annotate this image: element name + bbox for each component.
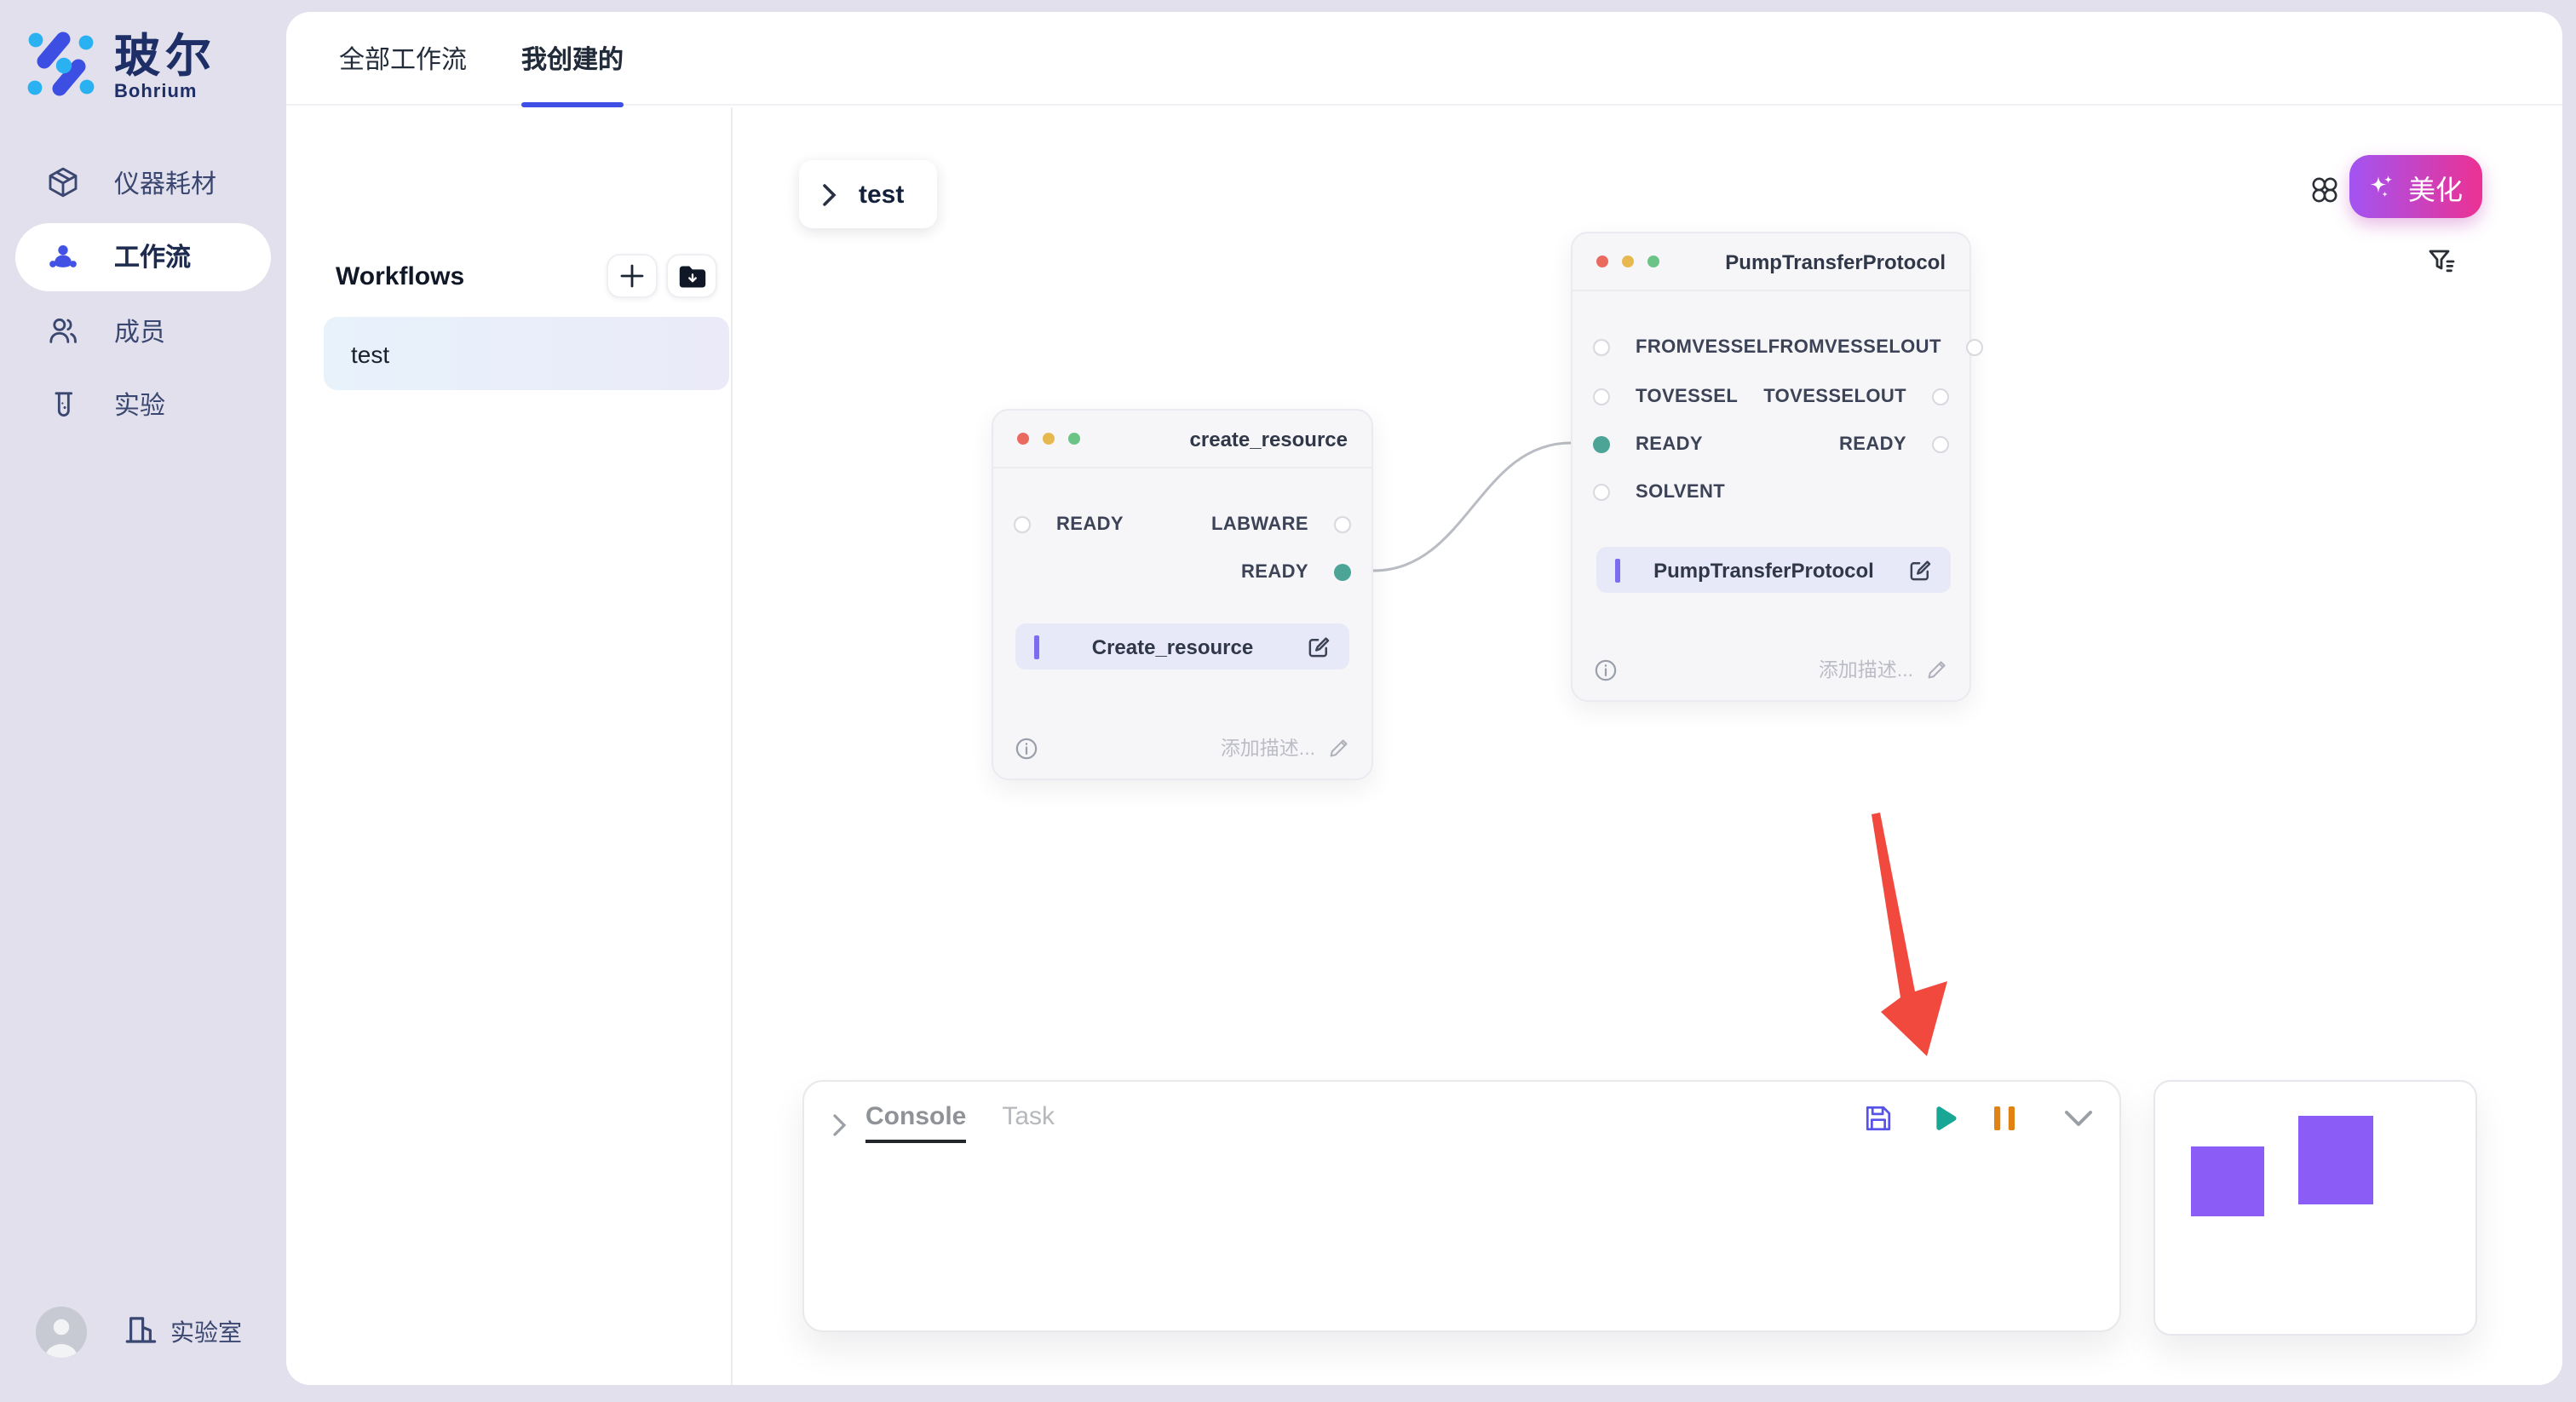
node-title: create_resource <box>1190 427 1348 451</box>
minimap-node-create-resource <box>2191 1146 2264 1216</box>
node-footer: 添加描述... <box>1015 734 1349 761</box>
info-icon[interactable] <box>1015 737 1038 759</box>
node-title: PumpTransferProtocol <box>1725 250 1946 273</box>
description-placeholder[interactable]: 添加描述... <box>1221 734 1315 761</box>
test-tube-icon <box>46 388 80 422</box>
workflow-tabs: 全部工作流 我创建的 <box>286 12 2562 106</box>
members-icon <box>46 313 80 348</box>
port-circle[interactable] <box>1593 484 1610 501</box>
node-create-resource[interactable]: create_resource READY LABWARE READY <box>992 409 1373 780</box>
console-tab[interactable]: Console <box>865 1102 966 1143</box>
output-port-ready[interactable]: READY <box>1241 562 1351 583</box>
input-port-tovessel[interactable]: TOVESSEL <box>1593 387 1738 407</box>
bohrium-workflow-app: 玻尔 Bohrium 仪器耗材 <box>0 0 2576 1402</box>
pause-icon[interactable] <box>1993 1106 2015 1131</box>
port-circle[interactable] <box>1593 388 1610 405</box>
description-placeholder[interactable]: 添加描述... <box>1819 656 1913 683</box>
port-circle[interactable] <box>1334 516 1351 533</box>
sidebar-item-label: 工作流 <box>114 238 191 274</box>
node-pump-transfer-protocol[interactable]: PumpTransferProtocol FROMVESSEL FROMVESS… <box>1571 232 1971 702</box>
beautify-button[interactable]: 美化 <box>2349 155 2482 218</box>
task-tab[interactable]: Task <box>1002 1102 1055 1143</box>
port-circle-connected[interactable] <box>1334 564 1351 581</box>
building-icon <box>123 1312 158 1353</box>
folder-download-icon <box>677 263 706 289</box>
lab-switcher[interactable]: 实验室 <box>123 1312 242 1353</box>
output-port-fromvesselout[interactable]: FROMVESSELOUT <box>1768 337 1984 358</box>
edit-icon[interactable] <box>1307 635 1331 658</box>
bohrium-logo: 玻尔 Bohrium <box>27 29 216 106</box>
main-panel: 全部工作流 我创建的 Workflows <box>286 12 2562 1385</box>
output-port-labware[interactable]: LABWARE <box>1211 514 1351 535</box>
traffic-dots-icon <box>1017 433 1080 445</box>
tab-my-created[interactable]: 我创建的 <box>521 12 624 105</box>
workflow-item-name: test <box>351 340 389 367</box>
input-port-ready[interactable]: READY <box>1593 434 1703 455</box>
port-circle-connected[interactable] <box>1593 436 1610 453</box>
plus-icon <box>620 264 644 288</box>
node-header: create_resource <box>993 411 1371 468</box>
beautify-label: 美化 <box>2408 166 2463 207</box>
canvas-breadcrumb[interactable]: test <box>799 160 937 228</box>
port-circle[interactable] <box>1967 339 1984 356</box>
logo-subtitle: Bohrium <box>114 82 216 102</box>
console-collapse-chevron-icon[interactable] <box>833 1114 847 1145</box>
box-icon <box>46 165 80 199</box>
edit-icon[interactable] <box>1908 558 1932 582</box>
workflow-panel-title: Workflows <box>336 261 464 290</box>
save-icon[interactable] <box>1864 1104 1893 1133</box>
input-port-ready[interactable]: READY <box>1014 514 1124 535</box>
port-circle[interactable] <box>1593 339 1610 356</box>
node-action-pump-transfer[interactable]: PumpTransferProtocol <box>1596 547 1951 593</box>
logo-title: 玻尔 <box>114 32 216 82</box>
console-panel: Console Task <box>802 1080 2121 1332</box>
import-folder-button[interactable] <box>666 254 717 298</box>
pencil-icon[interactable] <box>1927 659 1947 680</box>
node-header: PumpTransferProtocol <box>1573 233 1969 291</box>
bohrium-logo-icon <box>27 29 95 106</box>
tab-all-workflows[interactable]: 全部工作流 <box>339 12 467 105</box>
lab-label: 实验室 <box>170 1315 242 1349</box>
input-port-solvent[interactable]: SOLVENT <box>1593 482 1725 503</box>
traffic-dots-icon <box>1596 256 1659 267</box>
add-workflow-button[interactable] <box>607 254 658 298</box>
workflow-list-panel: Workflows test <box>286 107 733 1385</box>
minimap[interactable] <box>2153 1080 2477 1336</box>
chevron-right-icon <box>823 183 837 205</box>
port-circle[interactable] <box>1014 516 1031 533</box>
node-action-create-resource[interactable]: Create_resource <box>1015 623 1349 669</box>
node-footer: 添加描述... <box>1595 656 1947 683</box>
input-port-fromvessel[interactable]: FROMVESSEL <box>1593 337 1768 358</box>
sidebar-item-label: 仪器耗材 <box>114 164 216 200</box>
chevron-down-icon[interactable] <box>2065 1110 2092 1127</box>
command-grid-icon[interactable] <box>2310 175 2339 213</box>
workflow-icon <box>46 239 80 273</box>
port-circle[interactable] <box>1932 436 1949 453</box>
sidebar-item-label: 实验 <box>114 387 165 422</box>
user-avatar[interactable] <box>36 1307 87 1358</box>
sidebar-item-workflow[interactable]: 工作流 <box>15 222 271 290</box>
sidebar-item-experiments[interactable]: 实验 <box>15 371 271 439</box>
filter-icon[interactable] <box>2428 249 2455 284</box>
sidebar-item-label: 成员 <box>114 313 165 348</box>
sparkles-icon <box>2369 173 2396 200</box>
output-port-tovesselout[interactable]: TOVESSELOUT <box>1763 387 1949 407</box>
workflow-list-item-test[interactable]: test <box>324 317 729 390</box>
output-port-ready[interactable]: READY <box>1839 434 1949 455</box>
sidebar-item-members[interactable]: 成员 <box>15 296 271 365</box>
run-icon[interactable] <box>1929 1104 1958 1133</box>
sidebar-nav: 仪器耗材 工作流 <box>15 148 271 439</box>
port-circle[interactable] <box>1932 388 1949 405</box>
sidebar-item-instruments[interactable]: 仪器耗材 <box>15 148 271 216</box>
sidebar: 玻尔 Bohrium 仪器耗材 <box>0 0 286 1402</box>
breadcrumb-label: test <box>859 180 904 209</box>
minimap-node-pump-transfer <box>2298 1116 2373 1204</box>
info-icon[interactable] <box>1595 658 1617 681</box>
pencil-icon[interactable] <box>1329 738 1349 758</box>
